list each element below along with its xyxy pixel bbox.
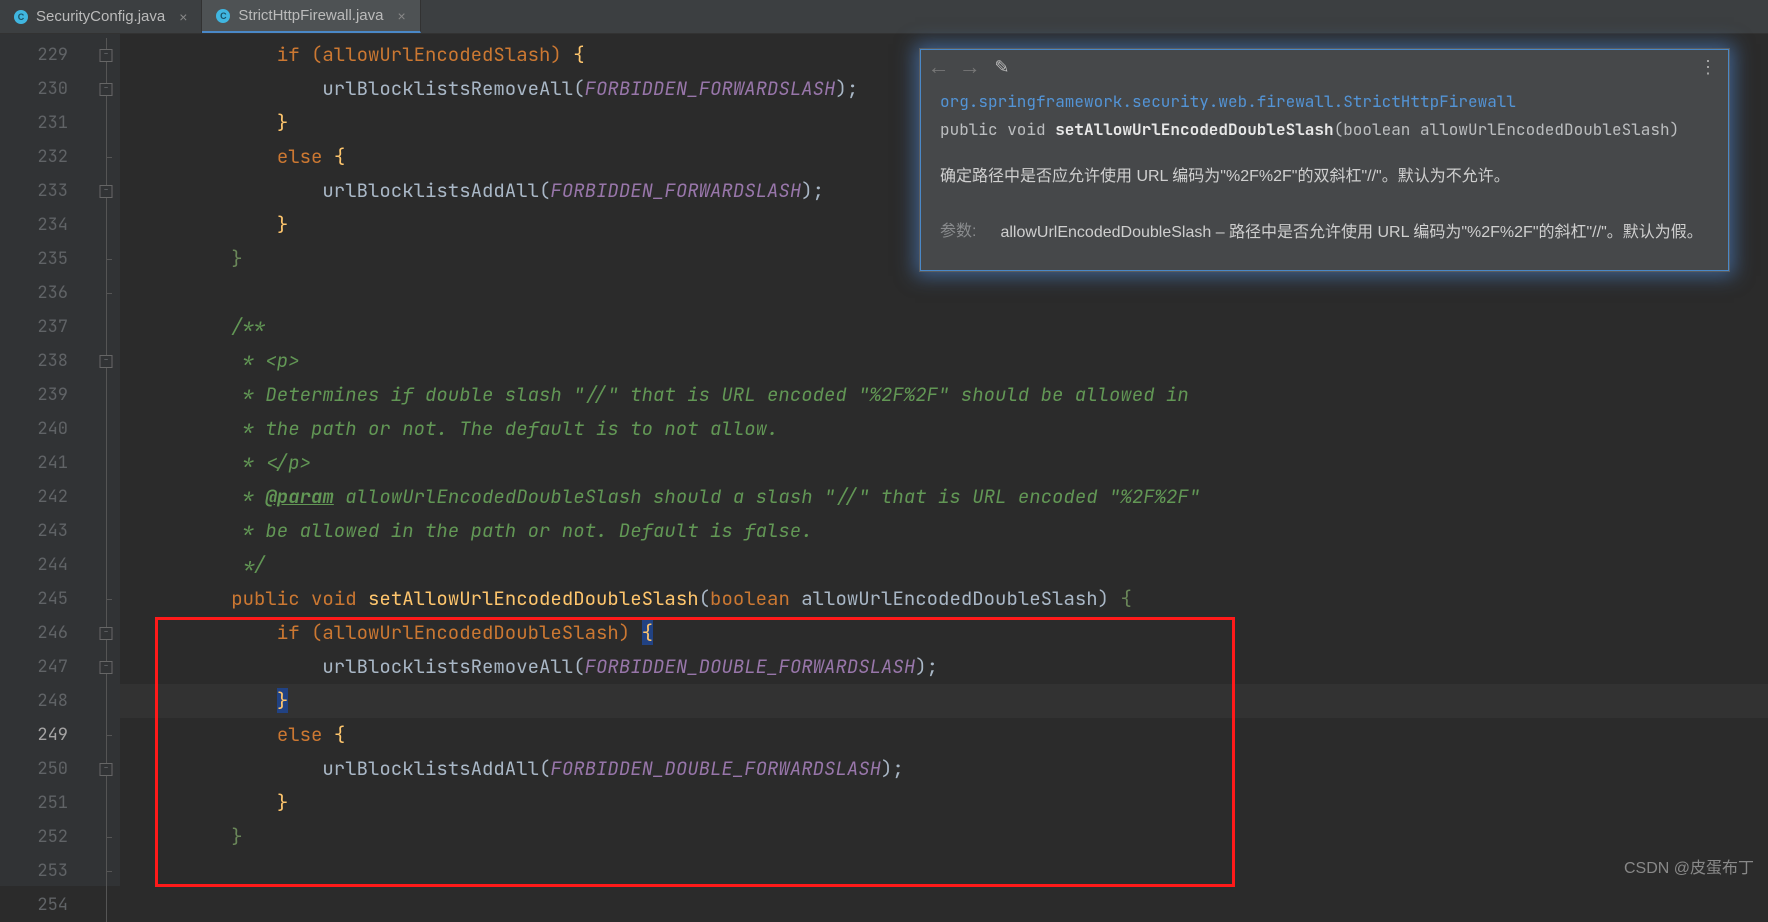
line-number: 251 bbox=[0, 786, 92, 820]
fold-marker[interactable] bbox=[92, 276, 120, 310]
close-icon[interactable]: × bbox=[179, 9, 187, 25]
fold-marker[interactable] bbox=[92, 446, 120, 480]
line-number: 240 bbox=[0, 412, 92, 446]
line-number: 230 bbox=[0, 72, 92, 106]
code-line bbox=[120, 854, 1768, 888]
fold-marker[interactable] bbox=[92, 242, 120, 276]
java-class-icon: C bbox=[14, 10, 28, 24]
more-icon[interactable]: ⋮ bbox=[1699, 57, 1717, 79]
code-line: urlBlocklistsRemoveAll(FORBIDDEN_DOUBLE_… bbox=[120, 650, 1768, 684]
line-number: 239 bbox=[0, 378, 92, 412]
fold-marker[interactable] bbox=[92, 820, 120, 854]
line-number: 254 bbox=[0, 888, 92, 922]
fold-marker[interactable] bbox=[92, 514, 120, 548]
code-line: * </p> bbox=[120, 446, 1768, 480]
line-number: 247 bbox=[0, 650, 92, 684]
code-line: else { bbox=[120, 718, 1768, 752]
line-number: 229 bbox=[0, 38, 92, 72]
line-number: 234 bbox=[0, 208, 92, 242]
code-line: } bbox=[120, 820, 1768, 854]
fold-marker[interactable] bbox=[92, 480, 120, 514]
fold-marker[interactable] bbox=[92, 650, 120, 684]
param-label: 参数: bbox=[940, 220, 976, 246]
close-icon[interactable]: × bbox=[397, 8, 405, 24]
fold-marker[interactable] bbox=[92, 854, 120, 888]
watermark: CSDN @皮蛋布丁 bbox=[1624, 854, 1754, 878]
tab-stricthttpfirewall[interactable]: C StrictHttpFirewall.java × bbox=[202, 0, 420, 33]
java-class-icon: C bbox=[216, 9, 230, 23]
fold-marker[interactable] bbox=[92, 412, 120, 446]
fold-marker[interactable] bbox=[92, 582, 120, 616]
tab-securityconfig[interactable]: C SecurityConfig.java × bbox=[0, 0, 202, 33]
code-line: * @param allowUrlEncodedDoubleSlash shou… bbox=[120, 480, 1768, 514]
forward-icon[interactable]: → bbox=[963, 56, 976, 81]
line-number: 237 bbox=[0, 310, 92, 344]
line-number: 244 bbox=[0, 548, 92, 582]
popup-toolbar: ← → ✎ ⋮ bbox=[920, 49, 1729, 87]
popup-body: org.springframework.security.web.firewal… bbox=[920, 87, 1729, 271]
fold-marker[interactable] bbox=[92, 616, 120, 650]
tab-label: SecurityConfig.java bbox=[36, 8, 165, 25]
qualified-name: org.springframework.security.web.firewal… bbox=[940, 89, 1709, 115]
fold-marker[interactable] bbox=[92, 106, 120, 140]
fold-marker[interactable] bbox=[92, 752, 120, 786]
fold-marker[interactable] bbox=[92, 548, 120, 582]
fold-marker[interactable] bbox=[92, 888, 120, 922]
popup-params: 参数: allowUrlEncodedDoubleSlash – 路径中是否允许… bbox=[940, 220, 1709, 246]
edit-icon[interactable]: ✎ bbox=[994, 57, 1009, 79]
method-signature: public void setAllowUrlEncodedDoubleSlas… bbox=[940, 117, 1709, 143]
fold-marker[interactable] bbox=[92, 140, 120, 174]
line-number: 246 bbox=[0, 616, 92, 650]
tab-label: StrictHttpFirewall.java bbox=[238, 7, 383, 24]
line-number: 241 bbox=[0, 446, 92, 480]
popup-description: 确定路径中是否应允许使用 URL 编码为"%2F%2F"的双斜杠"//"。默认为… bbox=[940, 164, 1709, 190]
line-number: 245 bbox=[0, 582, 92, 616]
code-line: public void setAllowUrlEncodedDoubleSlas… bbox=[120, 582, 1768, 616]
line-number: 253 bbox=[0, 854, 92, 888]
fold-marker[interactable] bbox=[92, 310, 120, 344]
code-line bbox=[120, 276, 1768, 310]
line-number: 235 bbox=[0, 242, 92, 276]
fold-marker[interactable] bbox=[92, 38, 120, 72]
fold-marker[interactable] bbox=[92, 72, 120, 106]
documentation-popup[interactable]: ← → ✎ ⋮ org.springframework.security.web… bbox=[919, 48, 1730, 272]
code-line: } bbox=[120, 684, 1768, 718]
back-icon[interactable]: ← bbox=[932, 56, 945, 81]
fold-marker[interactable] bbox=[92, 378, 120, 412]
fold-marker[interactable] bbox=[92, 684, 120, 718]
code-line: urlBlocklistsAddAll(FORBIDDEN_DOUBLE_FOR… bbox=[120, 752, 1768, 786]
code-line: } bbox=[120, 786, 1768, 820]
fold-column bbox=[92, 34, 120, 886]
line-number: 231 bbox=[0, 106, 92, 140]
line-number: 238 bbox=[0, 344, 92, 378]
fold-marker[interactable] bbox=[92, 718, 120, 752]
code-line: */ bbox=[120, 548, 1768, 582]
line-number: 249 bbox=[0, 718, 92, 752]
line-number: 248 bbox=[0, 684, 92, 718]
line-number: 236 bbox=[0, 276, 92, 310]
fold-marker[interactable] bbox=[92, 208, 120, 242]
line-number: 242 bbox=[0, 480, 92, 514]
code-line: if (allowUrlEncodedDoubleSlash) { bbox=[120, 616, 1768, 650]
fold-marker[interactable] bbox=[92, 344, 120, 378]
fold-marker[interactable] bbox=[92, 786, 120, 820]
line-number: 250 bbox=[0, 752, 92, 786]
code-line: /** bbox=[120, 310, 1768, 344]
fold-marker[interactable] bbox=[92, 174, 120, 208]
code-line: * <p> bbox=[120, 344, 1768, 378]
line-number: 232 bbox=[0, 140, 92, 174]
line-number: 252 bbox=[0, 820, 92, 854]
gutter: 2292302312322332342352362372382392402412… bbox=[0, 34, 92, 886]
tabs-bar: C SecurityConfig.java × C StrictHttpFire… bbox=[0, 0, 1768, 34]
param-text: allowUrlEncodedDoubleSlash – 路径中是否允许使用 U… bbox=[1000, 220, 1702, 246]
code-line: * the path or not. The default is to not… bbox=[120, 412, 1768, 446]
line-number: 233 bbox=[0, 174, 92, 208]
line-number: 243 bbox=[0, 514, 92, 548]
code-line: * be allowed in the path or not. Default… bbox=[120, 514, 1768, 548]
code-line: * Determines if double slash "//" that i… bbox=[120, 378, 1768, 412]
